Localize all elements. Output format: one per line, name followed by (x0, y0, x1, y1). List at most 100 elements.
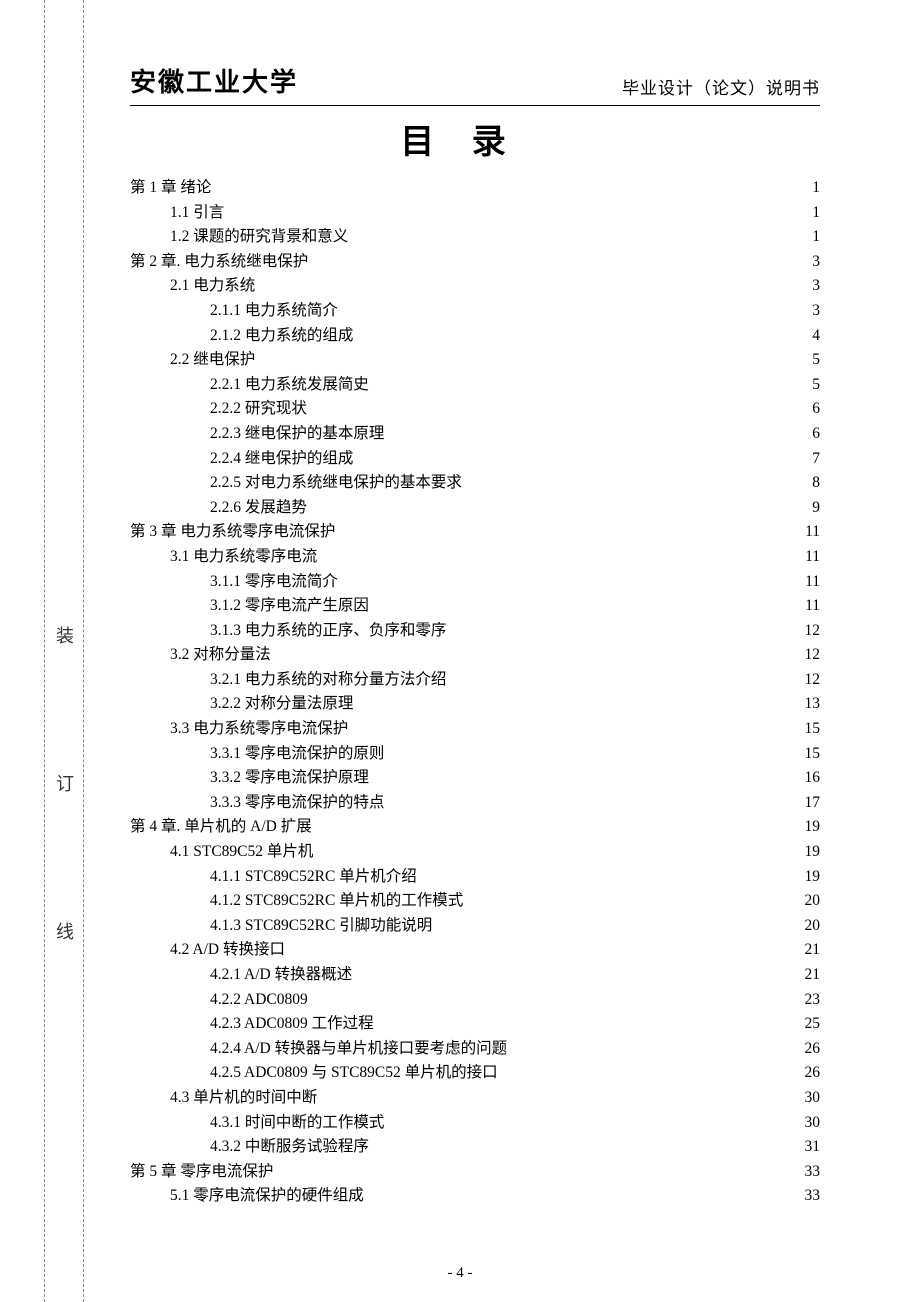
toc-entry-text: 3.2.1 电力系统的对称分量方法介绍 (210, 668, 446, 693)
toc-entry-page: 20 (800, 914, 820, 939)
binding-margin (44, 0, 84, 1302)
toc-entry: 4.3 单片机的时间中断 30 (130, 1086, 820, 1111)
binding-label-2: 订 (56, 770, 74, 796)
toc-entry: 2.2 继电保护5 (130, 348, 820, 373)
toc-entry-page: 21 (800, 963, 820, 988)
toc-entry: 4.1.3 STC89C52RC 引脚功能说明 20 (130, 914, 820, 939)
toc-entry-text: 2.1 电力系统 (170, 274, 255, 299)
toc-entry: 3.2.2 对称分量法原理 13 (130, 692, 820, 717)
toc-entry-page: 7 (800, 447, 820, 472)
toc-entry-page: 31 (800, 1135, 820, 1160)
toc-entry: 3.3.3 零序电流保护的特点17 (130, 791, 820, 816)
toc-entry-text: 4.3 单片机的时间中断 (170, 1086, 317, 1111)
toc-entry-page: 11 (800, 520, 820, 545)
toc-entry-page: 19 (800, 840, 820, 865)
toc-entry-text: 2.2.6 发展趋势 (210, 496, 307, 521)
toc-entry: 3.2.1 电力系统的对称分量方法介绍 12 (130, 668, 820, 693)
toc-entry: 3.1 电力系统零序电流11 (130, 545, 820, 570)
toc-entry-page: 11 (800, 594, 820, 619)
toc-entry-text: 2.2.4 继电保护的组成 (210, 447, 353, 472)
toc-entry-page: 15 (800, 717, 820, 742)
toc-entry-text: 4.2.3 ADC0809 工作过程 (210, 1012, 374, 1037)
toc-entry: 4.1.2 STC89C52RC 单片机的工作模式 20 (130, 889, 820, 914)
toc-entry-text: 1.1 引言 (170, 201, 224, 226)
toc-entry: 1.2 课题的研究背景和意义1 (130, 225, 820, 250)
toc-entry-page: 6 (800, 422, 820, 447)
toc-entry-text: 3.2.2 对称分量法原理 (210, 692, 353, 717)
toc-entry: 4.2.5 ADC0809 与 STC89C52 单片机的接口 26 (130, 1061, 820, 1086)
toc-entry-page: 21 (800, 938, 820, 963)
toc-entry-text: 2.2.3 继电保护的基本原理 (210, 422, 384, 447)
toc-entry: 1.1 引言 1 (130, 201, 820, 226)
toc-entry-page: 19 (800, 815, 820, 840)
toc-entry: 2.2.2 研究现状 6 (130, 397, 820, 422)
toc-entry-page: 19 (800, 865, 820, 890)
toc-entry: 4.2.2 ADC080923 (130, 988, 820, 1013)
toc-entry: 2.1 电力系统 3 (130, 274, 820, 299)
toc-entry-page: 5 (800, 373, 820, 398)
toc-entry-text: 4.1.1 STC89C52RC 单片机介绍 (210, 865, 417, 890)
toc-entry-text: 3.3.1 零序电流保护的原则 (210, 742, 384, 767)
toc-entry-text: 4.2.5 ADC0809 与 STC89C52 单片机的接口 (210, 1061, 498, 1086)
toc-entry-page: 12 (800, 668, 820, 693)
toc-entry: 2.2.3 继电保护的基本原理 6 (130, 422, 820, 447)
toc-entry-page: 30 (800, 1086, 820, 1111)
toc-entry-text: 2.2 继电保护 (170, 348, 255, 373)
toc-entry-page: 26 (800, 1037, 820, 1062)
toc-entry-page: 25 (800, 1012, 820, 1037)
toc-entry-page: 20 (800, 889, 820, 914)
toc-entry-page: 30 (800, 1111, 820, 1136)
toc-entry: 第 2 章. 电力系统继电保护3 (130, 250, 820, 275)
university-name: 安徽工业大学 (130, 62, 298, 99)
toc-entry-text: 2.2.2 研究现状 (210, 397, 307, 422)
toc-entry: 2.1.2 电力系统的组成 4 (130, 324, 820, 349)
table-of-contents: 第 1 章 绪论11.1 引言11.2 课题的研究背景和意义1第 2 章. 电力… (130, 176, 820, 1209)
binding-label-3: 线 (56, 918, 74, 944)
page-header: 安徽工业大学 毕业设计（论文）说明书 (130, 62, 820, 106)
toc-entry: 2.2.6 发展趋势 9 (130, 496, 820, 521)
toc-entry-text: 4.1.3 STC89C52RC 引脚功能说明 (210, 914, 432, 939)
toc-entry-page: 4 (800, 324, 820, 349)
toc-entry: 2.2.1 电力系统发展简史5 (130, 373, 820, 398)
toc-entry-text: 4.2.1 A/D 转换器概述 (210, 963, 352, 988)
toc-entry-page: 9 (800, 496, 820, 521)
toc-entry-text: 4.2.4 A/D 转换器与单片机接口要考虑的问题 (210, 1037, 507, 1062)
toc-entry: 4.3.1 时间中断的工作模式30 (130, 1111, 820, 1136)
toc-entry-text: 4.1 STC89C52 单片机 (170, 840, 313, 865)
toc-entry-page: 3 (800, 274, 820, 299)
toc-entry-text: 2.2.5 对电力系统继电保护的基本要求 (210, 471, 462, 496)
toc-entry-page: 13 (800, 692, 820, 717)
toc-entry: 3.1.3 电力系统的正序、负序和零序12 (130, 619, 820, 644)
toc-entry: 5.1 零序电流保护的硬件组成33 (130, 1184, 820, 1209)
toc-entry-page: 12 (800, 643, 820, 668)
toc-entry-text: 4.2 A/D 转换接口 (170, 938, 285, 963)
toc-entry-page: 6 (800, 397, 820, 422)
toc-entry-page: 1 (800, 176, 820, 201)
toc-entry-text: 3.1.1 零序电流简介 (210, 570, 338, 595)
toc-entry: 3.1.1 零序电流简介11 (130, 570, 820, 595)
toc-entry-page: 33 (800, 1184, 820, 1209)
toc-entry-text: 1.2 课题的研究背景和意义 (170, 225, 348, 250)
toc-entry: 4.1.1 STC89C52RC 单片机介绍 19 (130, 865, 820, 890)
toc-entry: 4.2.3 ADC0809 工作过程 25 (130, 1012, 820, 1037)
toc-entry-text: 4.3.2 中断服务试验程序 (210, 1135, 369, 1160)
toc-entry-text: 4.1.2 STC89C52RC 单片机的工作模式 (210, 889, 463, 914)
toc-entry-page: 1 (800, 201, 820, 226)
toc-entry-text: 3.3.2 零序电流保护原理 (210, 766, 369, 791)
toc-entry-text: 3.3 电力系统零序电流保护 (170, 717, 348, 742)
toc-entry-page: 3 (800, 250, 820, 275)
toc-entry: 4.2.1 A/D 转换器概述 21 (130, 963, 820, 988)
toc-entry-text: 3.3.3 零序电流保护的特点 (210, 791, 384, 816)
toc-entry-page: 26 (800, 1061, 820, 1086)
toc-entry: 第 3 章 电力系统零序电流保护11 (130, 520, 820, 545)
toc-entry: 2.1.1 电力系统简介3 (130, 299, 820, 324)
binding-label-1: 装 (56, 622, 74, 648)
toc-entry-page: 33 (800, 1160, 820, 1185)
toc-entry-page: 11 (800, 545, 820, 570)
toc-entry: 3.3 电力系统零序电流保护 15 (130, 717, 820, 742)
toc-entry: 4.2.4 A/D 转换器与单片机接口要考虑的问题 26 (130, 1037, 820, 1062)
toc-entry: 第 4 章. 单片机的 A/D 扩展19 (130, 815, 820, 840)
toc-entry-text: 2.1.2 电力系统的组成 (210, 324, 353, 349)
toc-entry: 第 1 章 绪论1 (130, 176, 820, 201)
toc-entry-text: 第 5 章 零序电流保护 (130, 1160, 273, 1185)
